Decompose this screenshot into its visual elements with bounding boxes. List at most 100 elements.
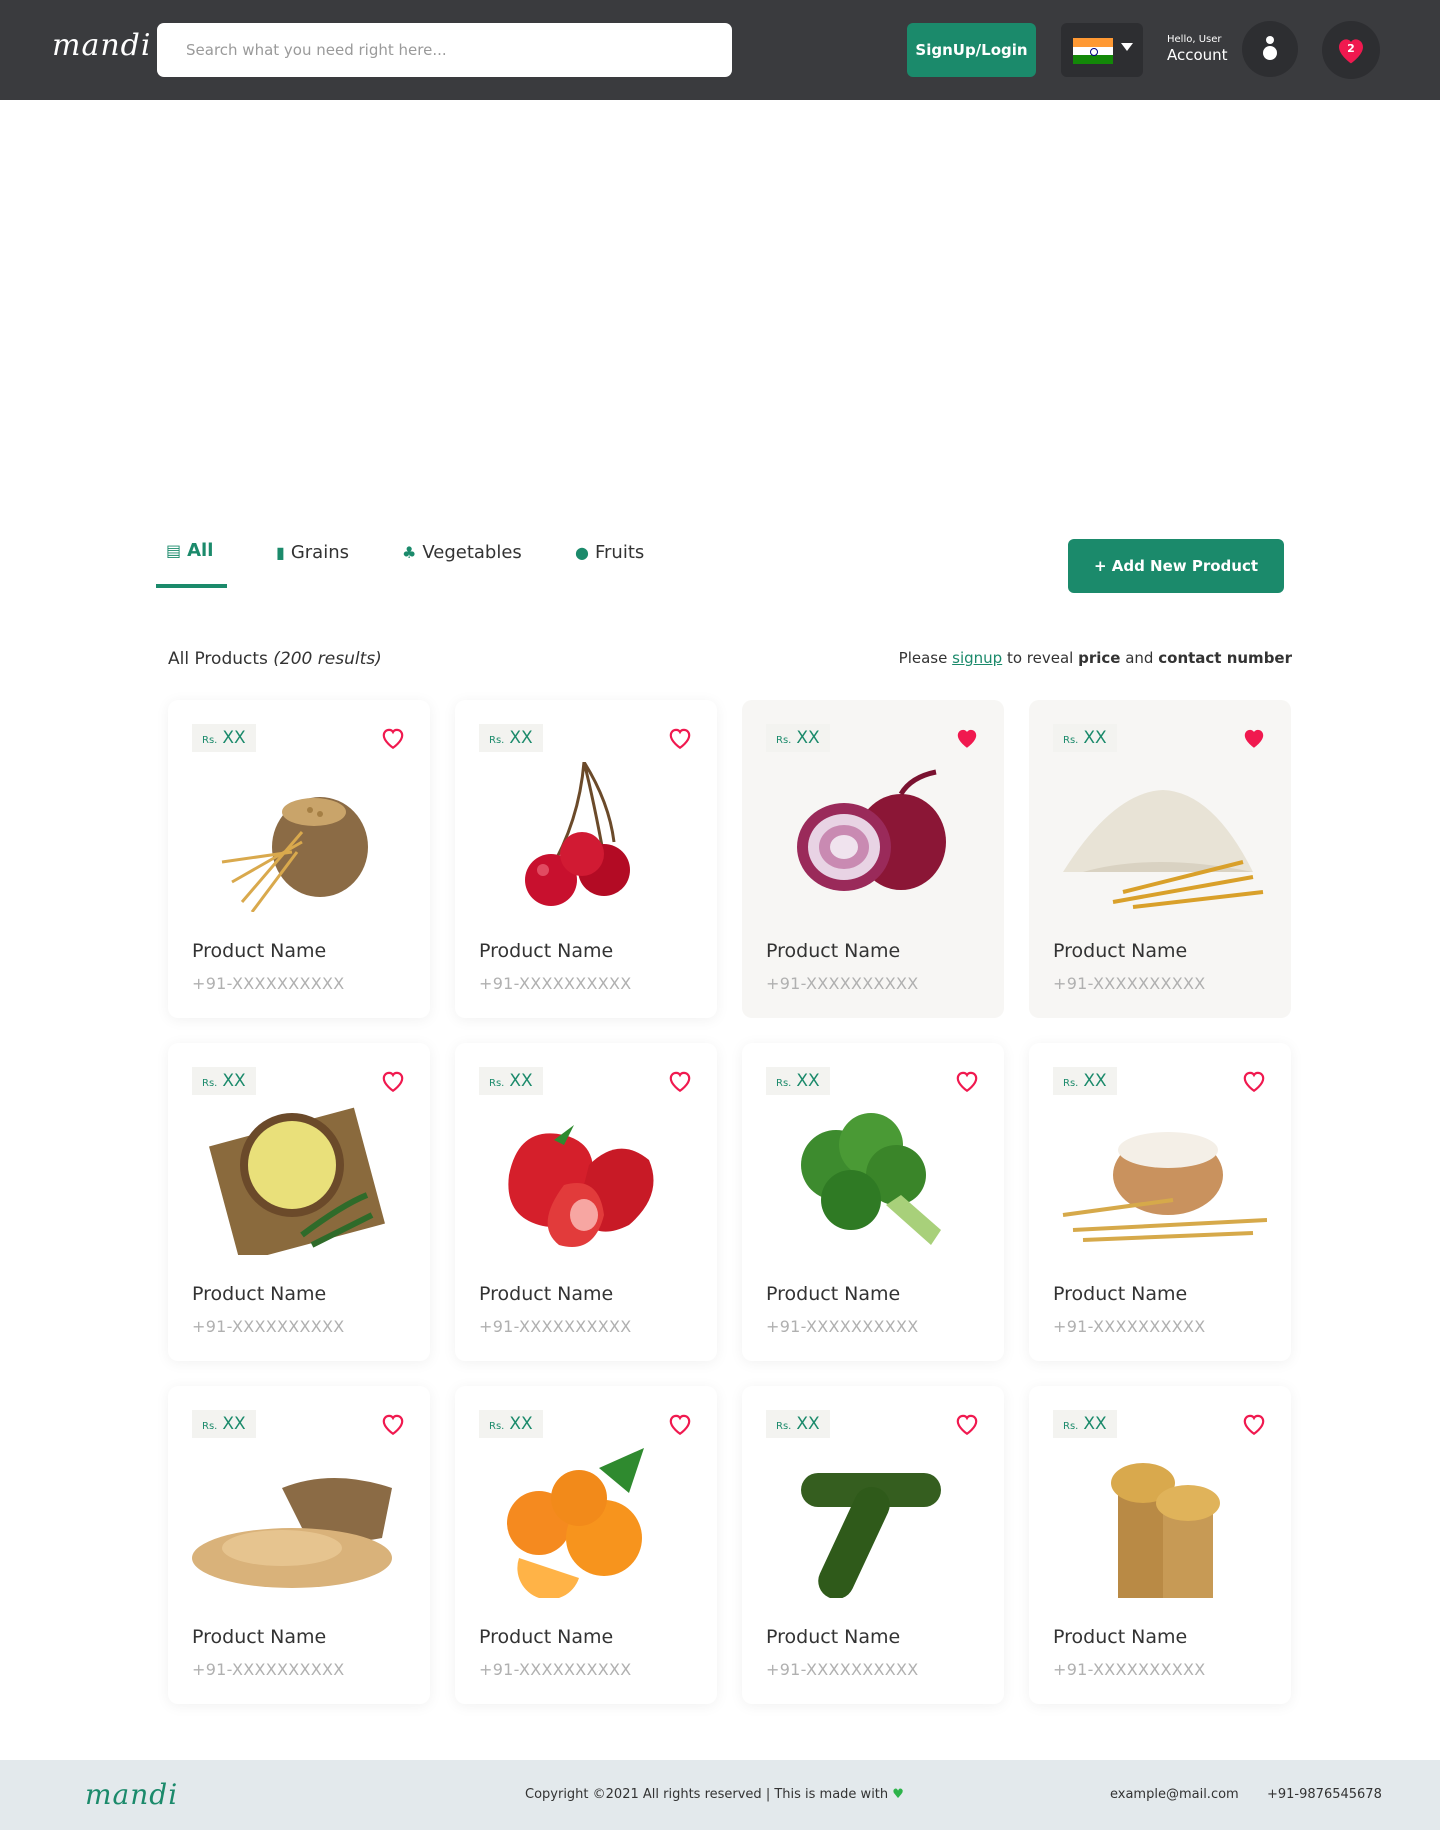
price-value: XX xyxy=(1083,1071,1107,1091)
country-selector[interactable] xyxy=(1061,23,1143,77)
notice-text: to reveal xyxy=(1006,649,1074,667)
favorite-button[interactable] xyxy=(667,726,693,754)
add-new-product-button[interactable]: + Add New Product xyxy=(1068,539,1284,593)
wishlist-count-badge: 2 xyxy=(1347,42,1355,55)
product-card[interactable]: Rs. XX Product Name +91-XXXXXXXXXX xyxy=(168,700,430,1018)
tab-label: Vegetables xyxy=(422,542,522,563)
footer-email[interactable]: example@mail.com xyxy=(1110,1787,1239,1802)
tab-label: Grains xyxy=(290,542,349,563)
product-name[interactable]: Product Name xyxy=(1053,940,1187,962)
tab-vegetables[interactable]: ♣ Vegetables xyxy=(402,542,522,563)
product-phone: +91-XXXXXXXXXX xyxy=(192,974,345,993)
product-name[interactable]: Product Name xyxy=(192,940,326,962)
product-card[interactable]: Rs. XX Product Name +91-XXXXXXXXXX xyxy=(168,1043,430,1361)
price-value: XX xyxy=(796,1414,820,1434)
product-card[interactable]: Rs. XX Product Name +91-XXXXXXXXXX xyxy=(1029,1043,1291,1361)
favorite-button[interactable] xyxy=(667,1412,693,1440)
product-name[interactable]: Product Name xyxy=(766,1283,900,1305)
user-icon-head xyxy=(1266,36,1274,44)
signup-link[interactable]: signup xyxy=(952,649,1002,667)
product-name[interactable]: Product Name xyxy=(1053,1283,1187,1305)
product-phone: +91-XXXXXXXXXX xyxy=(1053,974,1206,993)
product-card[interactable]: Rs. XX Product Name +91-XXXXXXXXXX xyxy=(1029,1386,1291,1704)
search-input[interactable] xyxy=(157,23,732,77)
price-value: XX xyxy=(509,1071,533,1091)
product-phone: +91-XXXXXXXXXX xyxy=(479,1317,632,1336)
favorite-button[interactable] xyxy=(954,1412,980,1440)
currency-label: Rs. xyxy=(202,735,218,746)
product-card[interactable]: Rs. XX Product Name +91-XXXXXXXXXX xyxy=(455,1043,717,1361)
heart-outline-icon xyxy=(382,728,404,750)
price-value: XX xyxy=(1083,1414,1107,1434)
tab-all[interactable]: ▤ All xyxy=(166,540,213,561)
currency-label: Rs. xyxy=(776,735,792,746)
tab-grains[interactable]: ▮ Grains xyxy=(276,542,349,563)
account-link[interactable]: Account xyxy=(1167,46,1228,64)
product-card[interactable]: Rs. XX Product Name +91-XXXXXXXXXX xyxy=(455,1386,717,1704)
product-name[interactable]: Product Name xyxy=(479,1626,613,1648)
footer-phone[interactable]: +91-9876545678 xyxy=(1267,1787,1382,1802)
copyright-label: Copyright ©2021 All rights reserved | Th… xyxy=(525,1787,889,1802)
footer-logo[interactable]: mandi xyxy=(85,1778,178,1811)
favorite-button[interactable] xyxy=(380,1069,406,1097)
tab-fruits[interactable]: ● Fruits xyxy=(575,542,644,563)
wishlist-button[interactable]: 2 xyxy=(1322,21,1380,79)
tab-label: Fruits xyxy=(594,542,645,563)
vegetable-icon: ♣ xyxy=(402,543,417,562)
product-name[interactable]: Product Name xyxy=(479,1283,613,1305)
product-card[interactable]: Rs. XX Product Name +91-XXXXXXXXXX xyxy=(168,1386,430,1704)
price-tag: Rs. XX xyxy=(192,1410,256,1438)
price-tag: Rs. XX xyxy=(479,724,543,752)
product-name[interactable]: Product Name xyxy=(1053,1626,1187,1648)
favorite-button[interactable] xyxy=(380,1412,406,1440)
wheat-bundles-image xyxy=(1053,1448,1267,1598)
signup-notice: Please signup to reveal price and contac… xyxy=(899,649,1292,667)
favorite-button[interactable] xyxy=(1241,726,1267,754)
product-card[interactable]: Rs. XX Product Name +91-XXXXXXXXXX xyxy=(455,700,717,1018)
notice-text: and xyxy=(1125,649,1154,667)
heart-filled-icon xyxy=(957,729,977,748)
favorite-button[interactable] xyxy=(667,1069,693,1097)
price-value: XX xyxy=(222,1414,246,1434)
product-card[interactable]: Rs. XX Product Name +91-XXXXXXXXXX xyxy=(742,1043,1004,1361)
document-icon: ▤ xyxy=(166,541,182,560)
rice-flour-bowl-image xyxy=(1053,1105,1268,1255)
heart-outline-icon xyxy=(669,728,691,750)
product-name[interactable]: Product Name xyxy=(766,1626,900,1648)
green-heart-icon: ♥ xyxy=(892,1787,904,1802)
user-avatar-button[interactable] xyxy=(1242,21,1298,77)
price-value: XX xyxy=(796,1071,820,1091)
product-card[interactable]: Rs. XX Product Name +91-XXXXXXXXXX xyxy=(1029,700,1291,1018)
price-tag: Rs. XX xyxy=(192,1067,256,1095)
currency-label: Rs. xyxy=(776,1421,792,1432)
product-card[interactable]: Rs. XX Product Name +91-XXXXXXXXXX xyxy=(742,1386,1004,1704)
price-tag: Rs. XX xyxy=(766,1410,830,1438)
brand-logo[interactable]: mandi xyxy=(52,28,151,63)
signup-login-button[interactable]: SignUp/Login xyxy=(907,23,1036,77)
favorite-button[interactable] xyxy=(1241,1412,1267,1440)
product-name[interactable]: Product Name xyxy=(766,940,900,962)
favorite-button[interactable] xyxy=(380,726,406,754)
results-summary: All Products (200 results) xyxy=(168,649,382,669)
favorite-button[interactable] xyxy=(1241,1069,1267,1097)
product-name[interactable]: Product Name xyxy=(192,1626,326,1648)
currency-label: Rs. xyxy=(776,1078,792,1089)
product-name[interactable]: Product Name xyxy=(192,1283,326,1305)
favorite-button[interactable] xyxy=(954,726,980,754)
wheat-flour-image xyxy=(1053,762,1267,912)
product-phone: +91-XXXXXXXXXX xyxy=(192,1660,345,1679)
price-tag: Rs. XX xyxy=(192,724,256,752)
active-tab-indicator xyxy=(156,584,227,588)
heart-outline-icon xyxy=(669,1414,691,1436)
heart-outline-icon xyxy=(382,1071,404,1093)
price-value: XX xyxy=(1083,728,1107,748)
broccoli-image xyxy=(766,1105,980,1255)
price-value: XX xyxy=(796,728,820,748)
heart-outline-icon xyxy=(669,1071,691,1093)
price-tag: Rs. XX xyxy=(766,1067,830,1095)
favorite-button[interactable] xyxy=(954,1069,980,1097)
product-name[interactable]: Product Name xyxy=(479,940,613,962)
footer: mandi Copyright ©2021 All rights reserve… xyxy=(0,1760,1440,1830)
gram-flour-bowl-image xyxy=(192,1105,406,1263)
product-card[interactable]: Rs. XX Product Name +91-XXXXXXXXXX xyxy=(742,700,1004,1018)
